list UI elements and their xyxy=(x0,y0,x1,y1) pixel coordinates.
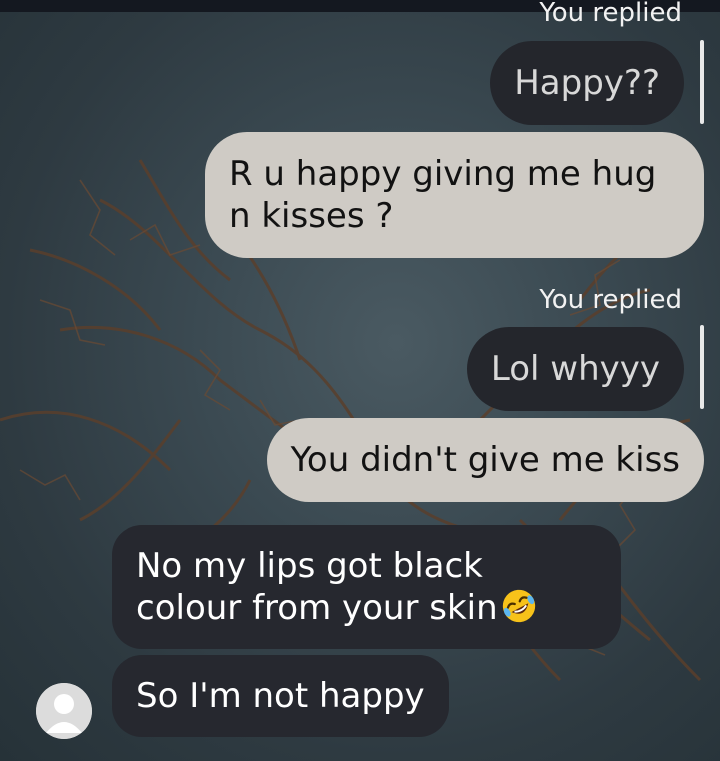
default-avatar-icon xyxy=(36,683,92,739)
sent-message[interactable]: You didn't give me kiss xyxy=(266,418,704,502)
quote-indicator-line xyxy=(700,40,704,124)
contact-avatar[interactable] xyxy=(36,683,92,739)
received-message[interactable]: No my lips got black colour from your sk… xyxy=(112,525,621,649)
received-message[interactable]: So I'm not happy xyxy=(112,655,449,737)
quoted-message[interactable]: Happy?? xyxy=(490,41,684,125)
you-replied-label: You replied xyxy=(539,0,682,28)
received-message-text: No my lips got black colour from your sk… xyxy=(136,546,498,628)
you-replied-label: You replied xyxy=(539,285,682,315)
quote-indicator-line xyxy=(700,325,704,409)
quoted-message[interactable]: Lol whyyy xyxy=(466,327,684,411)
rolling-on-floor-laughing-icon xyxy=(502,589,535,623)
sent-message[interactable]: R u happy giving me hug n kisses ? xyxy=(205,132,704,258)
